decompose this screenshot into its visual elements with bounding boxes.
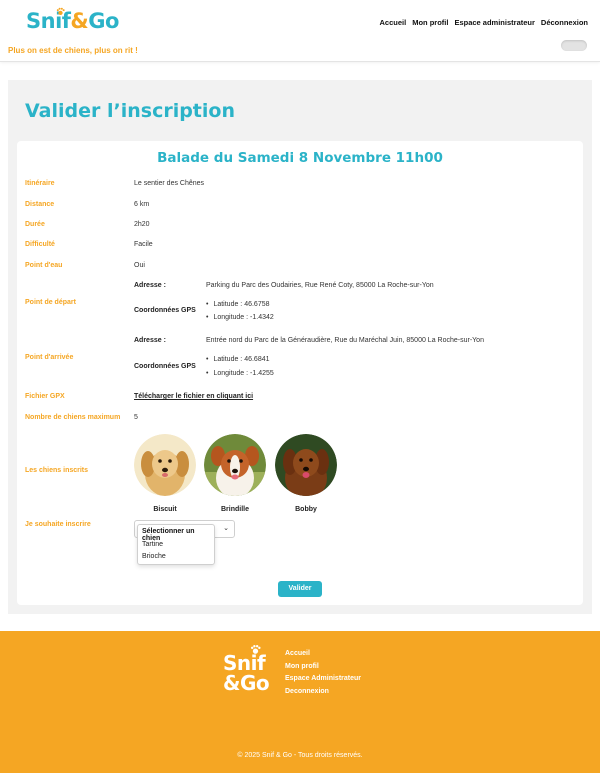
label-registered-dogs: Les chiens inscrits bbox=[25, 467, 89, 474]
depart-address: Parking du Parc des Oudairies, Rue René … bbox=[206, 282, 434, 289]
footer-link-mon-profil[interactable]: Mon profil bbox=[285, 661, 361, 674]
gpx-download-link[interactable]: Télécharger le fichier en cliquant ici bbox=[134, 393, 253, 400]
logo-ampersand: & bbox=[70, 9, 89, 33]
dog-card: Bobby bbox=[275, 434, 337, 513]
label-je-souhaite-inscrire: Je souhaite inscrire bbox=[25, 521, 91, 528]
footer-nav: Accueil Mon profil Espace Administrateur… bbox=[285, 648, 361, 698]
red-retriever-photo bbox=[275, 434, 337, 496]
dog-name: Biscuit bbox=[153, 506, 177, 513]
label-duree: Durée bbox=[25, 221, 45, 228]
value-itineraire: Le sentier des Chênes bbox=[134, 180, 205, 187]
dog-name: Brindille bbox=[220, 506, 249, 513]
depart-gps-label: Coordonnées GPS bbox=[134, 307, 196, 314]
event-title: Balade du Samedi 8 Novembre 11h00 bbox=[157, 150, 443, 166]
label-itineraire: Itinéraire bbox=[25, 180, 55, 187]
value-max-dogs: 5 bbox=[134, 414, 138, 421]
event-card: Balade du Samedi 8 Novembre 11h00 Itinér… bbox=[17, 141, 583, 605]
border-collie-photo bbox=[204, 434, 266, 496]
label-point-arrivee: Point d'arrivée bbox=[25, 354, 74, 361]
dog-card: Brindille bbox=[204, 434, 266, 513]
arrivee-address: Entrée nord du Parc de la Généraudière, … bbox=[206, 337, 484, 344]
dog-select-dropdown: Sélectionner un chien Tartine Brioche bbox=[137, 524, 215, 565]
copyright: © 2025 Snif & Go - Tous droits réservés. bbox=[237, 752, 363, 759]
nav-espace-administrateur[interactable]: Espace administrateur bbox=[454, 18, 534, 27]
main-nav: Accueil Mon profil Espace administrateur… bbox=[380, 18, 588, 27]
depart-latitude: Latitude : 46.6758 bbox=[206, 301, 269, 308]
site-logo[interactable]: Snif&Go bbox=[26, 9, 119, 33]
golden-retriever-photo bbox=[134, 434, 196, 496]
arrivee-longitude: Longitude : -1.4255 bbox=[206, 370, 273, 377]
dog-name: Bobby bbox=[295, 506, 317, 513]
nav-accueil[interactable]: Accueil bbox=[380, 18, 407, 27]
option-tartine[interactable]: Tartine bbox=[142, 541, 163, 548]
label-max-dogs: Nombre de chiens maximum bbox=[25, 414, 121, 421]
logo-go: Go bbox=[88, 9, 119, 33]
paw-icon bbox=[250, 644, 261, 654]
label-point-depart: Point de départ bbox=[25, 299, 76, 306]
value-point-eau: Oui bbox=[134, 262, 145, 269]
footer-link-deconnexion[interactable]: Deconnexion bbox=[285, 686, 361, 699]
theme-toggle[interactable] bbox=[561, 40, 587, 51]
footer-logo-line1: Snif bbox=[223, 651, 266, 675]
nav-mon-profil[interactable]: Mon profil bbox=[412, 18, 448, 27]
label-point-eau: Point d'eau bbox=[25, 262, 63, 269]
value-difficulte: Facile bbox=[134, 241, 153, 248]
arrivee-address-label: Adresse : bbox=[134, 337, 166, 344]
depart-address-label: Adresse : bbox=[134, 282, 166, 289]
site-footer: Snif &Go Accueil Mon profil Espace Admin… bbox=[0, 631, 600, 773]
label-distance: Distance bbox=[25, 201, 55, 208]
arrivee-gps-label: Coordonnées GPS bbox=[134, 363, 196, 370]
value-duree: 2h20 bbox=[134, 221, 150, 228]
nav-deconnexion[interactable]: Déconnexion bbox=[541, 18, 588, 27]
arrivee-latitude: Latitude : 46.6841 bbox=[206, 356, 269, 363]
site-slogan: Plus on est de chiens, plus on rit ! bbox=[8, 46, 138, 55]
value-distance: 6 km bbox=[134, 201, 150, 208]
footer-link-espace-administrateur[interactable]: Espace Administrateur bbox=[285, 673, 361, 686]
footer-link-accueil[interactable]: Accueil bbox=[285, 648, 361, 661]
option-placeholder[interactable]: Sélectionner un chien bbox=[142, 528, 214, 542]
chevron-down-icon: ⌄ bbox=[223, 525, 229, 532]
paw-icon bbox=[56, 7, 65, 16]
site-header: Snif&Go Plus on est de chiens, plus on r… bbox=[0, 0, 600, 62]
option-brioche[interactable]: Brioche bbox=[142, 553, 166, 560]
submit-button[interactable]: Valider bbox=[278, 581, 322, 597]
label-fichier-gpx: Fichier GPX bbox=[25, 393, 65, 400]
label-difficulte: Difficulté bbox=[25, 241, 55, 248]
depart-longitude: Longitude : -1.4342 bbox=[206, 314, 273, 321]
footer-logo-line2: &Go bbox=[223, 671, 270, 695]
dog-card: Biscuit bbox=[134, 434, 196, 513]
page-title: Valider l’inscription bbox=[25, 100, 235, 122]
footer-logo[interactable]: Snif &Go bbox=[223, 651, 270, 695]
